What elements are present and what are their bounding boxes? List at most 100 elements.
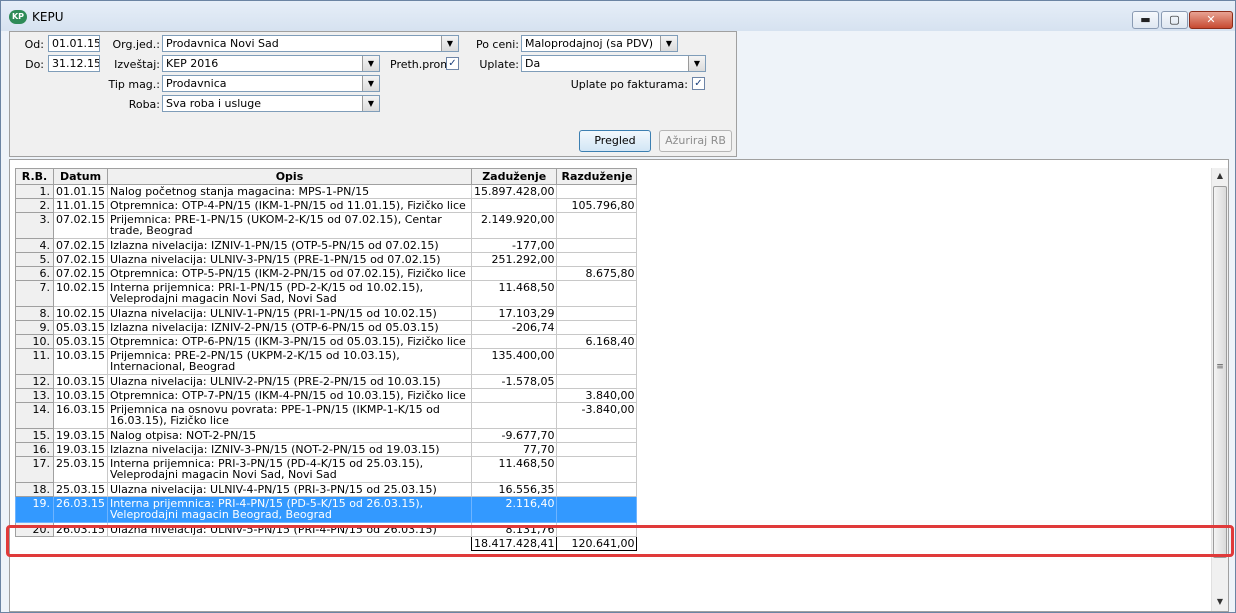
zaduzenje-cell[interactable]: 2.116,40 [470,496,558,523]
chevron-down-icon[interactable]: ▼ [362,76,379,91]
date-cell[interactable]: 19.03.15 [53,442,108,457]
date-cell[interactable]: 07.02.15 [53,212,108,239]
zaduzenje-cell[interactable] [470,334,558,349]
date-cell[interactable]: 10.03.15 [53,374,108,389]
description-cell[interactable]: Interna prijemnica: PRI-4-PN/15 (PD-5-K/… [106,496,472,523]
razduzenje-cell[interactable]: 6.168,40 [556,334,638,349]
table-row[interactable]: 10. 05.03.15 Otpremnica: OTP-6-PN/15 (IKM-… [15,334,638,349]
row-number-cell[interactable]: 17. [15,456,54,483]
razduzenje-cell[interactable] [556,348,638,375]
description-cell[interactable]: Nalog početnog stanja magacina: MPS-1-PN… [106,184,472,199]
zaduzenje-cell[interactable]: -9.677,70 [470,428,558,443]
date-cell[interactable]: 05.03.15 [53,320,108,335]
row-number-cell[interactable]: 2. [15,198,54,213]
table-row[interactable]: 3. 07.02.15 Prijemnica: PRE-1-PN/15 (UKOM-… [15,212,638,239]
zaduzenje-cell[interactable]: 8.131,76 [470,522,558,537]
table-row[interactable]: 17. 25.03.15 Interna prijemnica: PRI-3-PN/… [15,456,638,483]
razduzenje-cell[interactable] [556,306,638,321]
razduzenje-cell[interactable] [556,252,638,267]
tipmag-select[interactable]: Prodavnica ▼ [162,75,380,92]
date-cell[interactable]: 07.02.15 [53,266,108,281]
date-cell[interactable]: 10.03.15 [53,388,108,403]
date-cell[interactable]: 25.03.15 [53,456,108,483]
row-number-cell[interactable]: 10. [15,334,54,349]
table-row[interactable]: 20. 26.03.15 Ulazna nivelacija: ULNIV-5-PN… [15,522,638,537]
table-row[interactable]: 6. 07.02.15 Otpremnica: OTP-5-PN/15 (IKM-2… [15,266,638,281]
column-header-zaduzenje[interactable]: Zaduženje [470,168,558,185]
description-cell[interactable]: Interna prijemnica: PRI-3-PN/15 (PD-4-K/… [106,456,472,483]
row-number-cell[interactable]: 1. [15,184,54,199]
zaduzenje-cell[interactable]: 15.897.428,00 [470,184,558,199]
description-cell[interactable]: Ulazna nivelacija: ULNIV-5-PN/15 (PRI-4-… [106,522,472,537]
column-header-razduzenje[interactable]: Razduženje [556,168,638,185]
table-row[interactable]: 11. 10.03.15 Prijemnica: PRE-2-PN/15 (UKPM… [15,348,638,375]
row-number-cell[interactable]: 3. [15,212,54,239]
table-row[interactable]: 7. 10.02.15 Interna prijemnica: PRI-1-PN/1… [15,280,638,307]
zaduzenje-cell[interactable]: 16.556,35 [470,482,558,497]
razduzenje-cell[interactable] [556,522,638,537]
column-header-opis[interactable]: Opis [106,168,472,185]
zaduzenje-cell[interactable]: -177,00 [470,238,558,253]
razduzenje-cell[interactable] [556,280,638,307]
zaduzenje-cell[interactable] [470,388,558,403]
description-cell[interactable]: Ulazna nivelacija: ULNIV-2-PN/15 (PRE-2-… [106,374,472,389]
date-cell[interactable]: 10.03.15 [53,348,108,375]
razduzenje-cell[interactable] [556,442,638,457]
maximize-button[interactable]: ▢ [1161,11,1188,29]
close-button[interactable]: ✕ [1189,11,1233,29]
scroll-up-icon[interactable]: ▲ [1212,168,1228,184]
do-date-input[interactable]: 31.12.15 [48,55,100,72]
uplate-select[interactable]: Da ▼ [521,55,706,72]
zaduzenje-cell[interactable]: 2.149.920,00 [470,212,558,239]
description-cell[interactable]: Prijemnica na osnovu povrata: PPE-1-PN/1… [106,402,472,429]
zaduzenje-cell[interactable]: 11.468,50 [470,280,558,307]
table-row[interactable]: 16. 19.03.15 Izlazna nivelacija: IZNIV-3-P… [15,442,638,457]
date-cell[interactable]: 07.02.15 [53,252,108,267]
zaduzenje-cell[interactable]: 11.468,50 [470,456,558,483]
prethprom-checkbox[interactable]: ✓ [446,57,459,70]
zaduzenje-cell[interactable]: -206,74 [470,320,558,335]
date-cell[interactable]: 16.03.15 [53,402,108,429]
date-cell[interactable]: 01.01.15 [53,184,108,199]
table-row[interactable]: 13. 10.03.15 Otpremnica: OTP-7-PN/15 (IKM-… [15,388,638,403]
uplatefakt-checkbox[interactable]: ✓ [692,77,705,90]
zaduzenje-cell[interactable]: 135.400,00 [470,348,558,375]
zaduzenje-cell[interactable] [470,402,558,429]
row-number-cell[interactable]: 5. [15,252,54,267]
razduzenje-cell[interactable] [556,496,638,523]
description-cell[interactable]: Nalog otpisa: NOT-2-PN/15 [106,428,472,443]
description-cell[interactable]: Interna prijemnica: PRI-1-PN/15 (PD-2-K/… [106,280,472,307]
razduzenje-cell[interactable] [556,482,638,497]
orgjed-select[interactable]: Prodavnica Novi Sad ▼ [162,35,459,52]
description-cell[interactable]: Izlazna nivelacija: IZNIV-3-PN/15 (NOT-2… [106,442,472,457]
izvestaj-select[interactable]: KEP 2016 ▼ [162,55,380,72]
table-row[interactable]: 15. 19.03.15 Nalog otpisa: NOT-2-PN/15 -9.6… [15,428,638,443]
date-cell[interactable]: 25.03.15 [53,482,108,497]
table-row[interactable]: 18. 25.03.15 Ulazna nivelacija: ULNIV-4-PN… [15,482,638,497]
row-number-cell[interactable]: 20. [15,522,54,537]
row-number-cell[interactable]: 7. [15,280,54,307]
description-cell[interactable]: Ulazna nivelacija: ULNIV-3-PN/15 (PRE-1-… [106,252,472,267]
razduzenje-cell[interactable] [556,456,638,483]
description-cell[interactable]: Otpremnica: OTP-7-PN/15 (IKM-4-PN/15 od … [106,388,472,403]
chevron-down-icon[interactable]: ▼ [660,36,677,51]
date-cell[interactable]: 11.01.15 [53,198,108,213]
razduzenje-cell[interactable]: 105.796,80 [556,198,638,213]
zaduzenje-cell[interactable] [470,266,558,281]
zaduzenje-cell[interactable]: 17.103,29 [470,306,558,321]
razduzenje-cell[interactable] [556,320,638,335]
row-number-cell[interactable]: 13. [15,388,54,403]
scroll-down-icon[interactable]: ▼ [1212,594,1228,610]
razduzenje-cell[interactable] [556,238,638,253]
table-row[interactable]: 5. 07.02.15 Ulazna nivelacija: ULNIV-3-PN/… [15,252,638,267]
description-cell[interactable]: Otpremnica: OTP-4-PN/15 (IKM-1-PN/15 od … [106,198,472,213]
table-row[interactable]: 2. 11.01.15 Otpremnica: OTP-4-PN/15 (IKM-1… [15,198,638,213]
razduzenje-cell[interactable] [556,428,638,443]
description-cell[interactable]: Izlazna nivelacija: IZNIV-1-PN/15 (OTP-5… [106,238,472,253]
roba-select[interactable]: Sva roba i usluge ▼ [162,95,380,112]
razduzenje-cell[interactable] [556,184,638,199]
date-cell[interactable]: 19.03.15 [53,428,108,443]
chevron-down-icon[interactable]: ▼ [441,36,458,51]
column-header-datum[interactable]: Datum [53,168,108,185]
od-date-input[interactable]: 01.01.15 [48,35,100,52]
